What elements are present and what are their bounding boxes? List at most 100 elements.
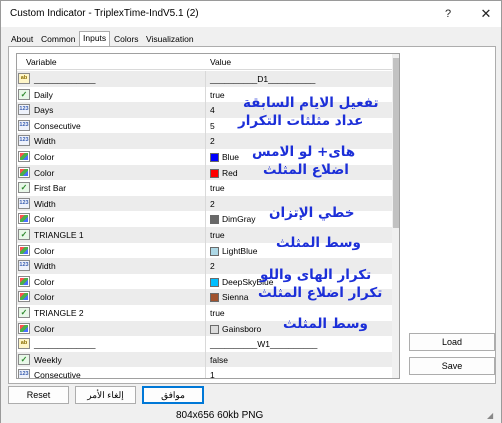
variable-value-text: 5 [210,120,215,131]
variable-name: Consecutive [34,120,81,131]
grid-scrollbar[interactable] [392,54,399,378]
color-swatch [210,293,219,303]
number-type-icon: 123 [18,119,30,131]
table-row[interactable]: ✓ First Bar true [17,180,392,196]
color-swatch [210,152,219,162]
variable-name: Color [34,214,55,225]
color-swatch [210,168,219,178]
column-divider [205,304,206,321]
variable-value[interactable]: Sienna [210,292,248,303]
custom-indicator-dialog: Custom Indicator - TriplexTime-IndV5.1 (… [0,0,502,423]
color-type-icon [18,150,30,162]
image-info-text: 804x656 60kb PNG [176,410,264,421]
number-type-icon: 123 [18,197,30,209]
table-row[interactable]: ab _____________ __________W1__________ [17,336,392,352]
variable-name: Color [34,276,55,287]
value-column-header: Value [210,57,232,67]
variable-value[interactable]: Blue [210,152,239,162]
boolean-type-icon: ✓ [18,88,30,100]
variable-value[interactable]: false [210,355,228,365]
variable-value-text: true [210,89,225,100]
variable-value-text: true [210,229,225,240]
number-type-icon: 123 [18,135,30,147]
variable-name: TRIANGLE 1 [34,229,84,240]
number-type-icon: 123 [18,369,30,378]
number-type-icon: 123 [18,104,30,116]
variable-value[interactable]: LightBlue [210,246,257,256]
close-button[interactable]: ✕ [475,5,497,23]
variable-value[interactable]: Red [210,168,238,178]
variable-value[interactable]: true [210,308,225,318]
variable-value[interactable]: DimGray [210,214,256,225]
variable-value[interactable]: 4 [210,105,215,115]
tab-inputs[interactable]: Inputs [79,31,111,47]
column-divider [205,195,206,212]
variable-value[interactable]: true [210,90,225,100]
variable-value[interactable]: true [210,230,225,240]
tab-about[interactable]: About [7,32,37,46]
variable-value[interactable]: 2 [210,136,215,146]
tab-colors[interactable]: Colors [110,32,143,46]
table-row[interactable]: ✓ Weekly false [17,351,392,368]
variable-name: Weekly [34,354,62,365]
column-divider [205,117,206,134]
column-divider [205,86,206,103]
variable-value[interactable]: 1 [210,370,215,379]
resize-grip-icon[interactable]: ◢ [487,411,497,421]
variable-value-text: 2 [210,136,215,147]
variable-name: Consecutive [34,370,81,379]
variable-value[interactable]: Gainsboro [210,324,261,334]
variable-value-text: Gainsboro [222,323,262,334]
annotation-note: هاى+ لو الامس [252,144,356,160]
variable-value-text: true [210,183,225,194]
variable-value[interactable]: true [210,183,225,193]
column-divider [205,133,206,149]
column-divider [205,320,206,337]
save-button[interactable]: Save [409,357,495,375]
variable-value-text: __________D1__________ [210,74,316,84]
column-divider [205,367,206,378]
column-divider [205,258,206,274]
variable-name: Width [34,261,56,272]
column-divider [205,102,206,118]
variable-value-text: __________W1__________ [210,339,318,350]
load-button[interactable]: Load [409,333,495,351]
scrollbar-thumb[interactable] [393,58,399,228]
annotation-note: عداد مثلثات التكرار [238,113,364,129]
variable-value[interactable]: 5 [210,121,215,131]
variable-value[interactable]: 2 [210,199,215,209]
tab-visualization[interactable]: Visualization [142,32,198,46]
help-button[interactable]: ? [437,5,459,23]
boolean-type-icon: ✓ [18,182,30,194]
column-divider [205,164,206,181]
column-divider [205,351,206,368]
table-row[interactable]: 123 Consecutive 1 [17,367,392,379]
ok-button[interactable]: موافق [142,386,204,404]
variable-value[interactable]: __________D1__________ [210,74,315,84]
column-divider [205,242,206,259]
annotation-note: تكرار الهاى واللو [260,267,372,283]
palette-icon [20,277,28,285]
variable-name: TRIANGLE 2 [34,307,84,318]
reset-button[interactable]: Reset [8,386,69,404]
tab-common[interactable]: Common [37,32,79,46]
variable-value-text: Red [222,167,238,178]
palette-icon [20,152,28,160]
variable-name: Color [34,245,55,256]
color-swatch [210,246,219,256]
column-divider [205,273,206,290]
string-type-icon: ab [18,338,30,350]
variable-value-text: DimGray [222,214,256,225]
boolean-type-icon: ✓ [18,228,30,240]
variable-value[interactable]: __________W1__________ [210,339,317,349]
inputs-panel: Variable Value ab _____________ __________… [8,46,496,384]
variable-name: _____________ [34,339,96,350]
variable-value[interactable]: 2 [210,261,215,271]
column-divider [205,148,206,165]
cancel-button[interactable]: إلغاء الأمر [75,386,136,404]
color-swatch [210,277,219,287]
color-type-icon [18,244,30,256]
table-row[interactable]: ab _____________ __________D1__________ [17,71,392,87]
annotation-note: خطي الإتزان [269,205,355,221]
variable-value-text: 1 [210,370,215,379]
